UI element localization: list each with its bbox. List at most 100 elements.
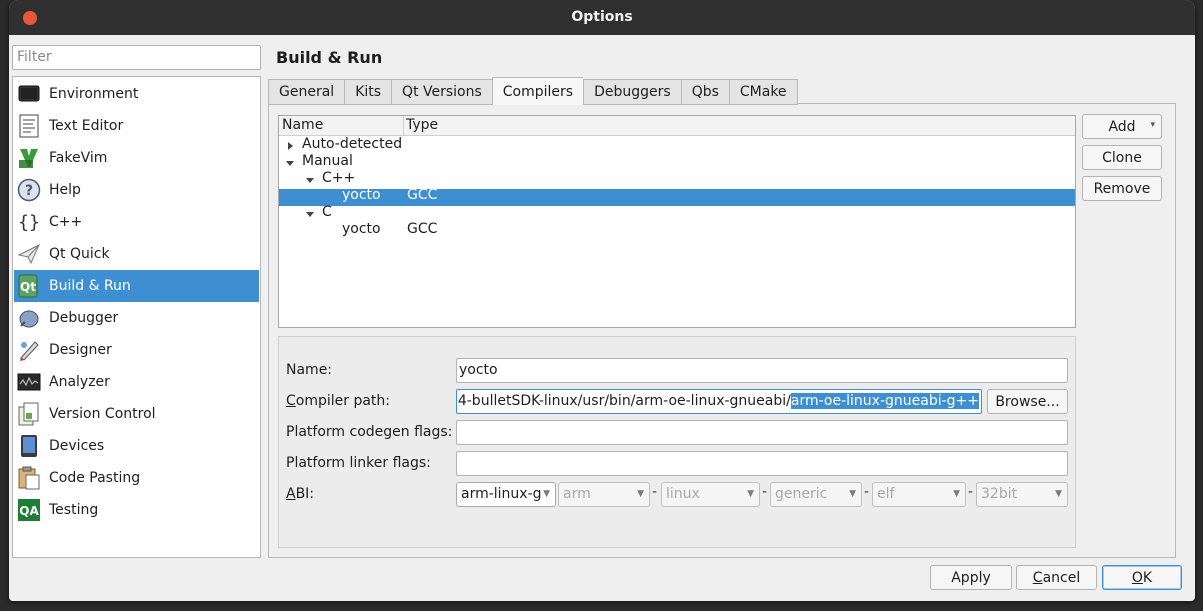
tab-qbs[interactable]: Qbs <box>680 79 729 105</box>
abi-main-combo[interactable]: arm-linux-g ▼ <box>456 482 556 507</box>
tree-row-c[interactable]: C <box>279 204 1075 223</box>
sidebar-item-label: C++ <box>49 214 83 230</box>
sidebar-item-version-control[interactable]: Version Control <box>14 398 259 430</box>
sidebar-item-help[interactable]: ? Help <box>14 174 259 206</box>
abi-os-combo[interactable]: linux ▼ <box>661 482 760 507</box>
tree-row-auto-detected[interactable]: Auto-detected <box>279 136 1075 155</box>
tree-row-c-yocto[interactable]: yocto GCC <box>279 221 1075 240</box>
cancel-button[interactable]: Cancel <box>1016 565 1097 590</box>
browse-button[interactable]: Browse... <box>987 389 1068 414</box>
apply-button[interactable]: Apply <box>930 565 1012 590</box>
collapse-arrow-icon[interactable] <box>286 161 294 166</box>
tree-row-type: GCC <box>407 221 438 237</box>
label-text: BI: <box>295 486 315 502</box>
page-title: Build & Run <box>276 48 383 67</box>
qa-icon: QA <box>17 498 41 522</box>
sidebar-item-designer[interactable]: Designer <box>14 334 259 366</box>
abi-width-combo[interactable]: 32bit ▼ <box>976 482 1068 507</box>
expand-arrow-icon[interactable] <box>288 142 293 150</box>
collapse-arrow-icon[interactable] <box>306 178 314 183</box>
sidebar-item-build-and-run[interactable]: Qt Build & Run <box>14 270 259 302</box>
ok-button[interactable]: OK <box>1102 565 1182 590</box>
combo-value: arm-linux-g <box>461 486 542 502</box>
clone-button[interactable]: Clone <box>1082 145 1162 170</box>
help-icon: ? <box>17 178 41 202</box>
filter-field[interactable] <box>12 45 261 70</box>
tree-row-cpp-yocto[interactable]: yocto GCC <box>279 187 1075 206</box>
dropdown-arrow-icon: ▼ <box>849 489 856 499</box>
button-label: K <box>1142 569 1153 586</box>
collapse-arrow-icon[interactable] <box>306 212 314 217</box>
platform-linker-flags-label: Platform linker flags: <box>286 455 431 471</box>
svg-text:{}: {} <box>18 212 40 233</box>
abi-format-combo[interactable]: elf ▼ <box>872 482 966 507</box>
tree-row-cpp[interactable]: C++ <box>279 170 1075 189</box>
sidebar-item-debugger[interactable]: Debugger <box>14 302 259 334</box>
qt-build-icon: Qt <box>17 274 41 298</box>
sidebar-item-label: FakeVim <box>49 150 108 166</box>
sidebar-item-code-pasting[interactable]: Code Pasting <box>14 462 259 494</box>
sidebar-item-label: Devices <box>49 438 105 454</box>
version-control-icon <box>17 402 41 426</box>
name-field[interactable]: yocto <box>456 358 1068 383</box>
monitor-icon <box>17 82 41 106</box>
compiler-path-field[interactable]: _64-bulletSDK-linux/usr/bin/arm-oe-linux… <box>456 389 982 414</box>
sidebar-item-label: Environment <box>49 86 139 102</box>
label-text: ompiler path: <box>295 393 391 409</box>
sidebar-item-text-editor[interactable]: Text Editor <box>14 110 259 142</box>
sidebar-item-label: Testing <box>49 502 99 518</box>
column-separator[interactable] <box>403 116 404 136</box>
tab-qt-versions[interactable]: Qt Versions <box>391 79 492 105</box>
designer-pen-icon <box>17 338 41 362</box>
compiler-path-text: _64-bulletSDK-linux/usr/bin/arm-oe-linux… <box>456 393 791 409</box>
text-document-icon <box>17 114 41 138</box>
tree-row-manual[interactable]: Manual <box>279 153 1075 172</box>
sidebar-item-fakevim[interactable]: FakeVim <box>14 142 259 174</box>
tree-header: Name Type <box>279 116 1075 136</box>
tab-compilers[interactable]: Compilers <box>491 77 584 105</box>
add-button[interactable]: Add ▾ <box>1082 114 1162 139</box>
abi-flavor-combo[interactable]: generic ▼ <box>770 482 862 507</box>
dropdown-arrow-icon: ▼ <box>953 489 960 499</box>
sidebar-item-label: Designer <box>49 342 112 358</box>
compiler-tree[interactable]: Name Type Auto-detected Manual C++ yocto… <box>278 115 1076 328</box>
paper-plane-icon <box>17 242 41 266</box>
abi-separator: - <box>968 484 974 500</box>
braces-icon: {} <box>17 210 41 234</box>
remove-button[interactable]: Remove <box>1082 176 1162 201</box>
fakevim-icon <box>17 146 41 170</box>
sidebar-item-testing[interactable]: QA Testing <box>14 494 259 526</box>
combo-value: linux <box>666 486 700 502</box>
abi-architecture-combo[interactable]: arm ▼ <box>558 482 650 507</box>
sidebar-item-label: Text Editor <box>49 118 124 134</box>
abi-separator: - <box>864 484 870 500</box>
dropdown-arrow-icon: ▾ <box>1150 120 1155 130</box>
tab-kits[interactable]: Kits <box>344 79 392 105</box>
column-header-type[interactable]: Type <box>406 117 438 133</box>
platform-linker-flags-field[interactable] <box>456 451 1068 476</box>
add-button-label: Add <box>1108 118 1136 135</box>
window-title: Options <box>571 9 633 25</box>
sidebar-item-devices[interactable]: Devices <box>14 430 259 462</box>
sidebar-item-label: Debugger <box>49 310 119 326</box>
column-header-name[interactable]: Name <box>282 117 323 133</box>
tab-cmake[interactable]: CMake <box>728 79 798 105</box>
sidebar-item-environment[interactable]: Environment <box>14 78 259 110</box>
sidebar-item-cpp[interactable]: {} C++ <box>14 206 259 238</box>
sidebar-item-qt-quick[interactable]: Qt Quick <box>14 238 259 270</box>
sidebar-item-label: Build & Run <box>49 278 131 294</box>
combo-value: elf <box>877 486 895 502</box>
mnemonic-letter: O <box>1131 569 1143 586</box>
tree-row-name: yocto <box>342 221 381 237</box>
platform-codegen-flags-field[interactable] <box>456 420 1068 445</box>
sidebar-item-label: Version Control <box>49 406 156 422</box>
mnemonic-letter: C <box>1032 569 1043 586</box>
abi-label: ABI: <box>286 486 314 502</box>
sidebar-item-analyzer[interactable]: Analyzer <box>14 366 259 398</box>
sidebar-item-label: Qt Quick <box>49 246 110 262</box>
tab-general[interactable]: General <box>268 79 345 105</box>
filter-input[interactable] <box>17 49 256 65</box>
tree-row-type: GCC <box>407 187 438 203</box>
tab-debuggers[interactable]: Debuggers <box>583 79 681 105</box>
compiler-path-label: Compiler path: <box>286 393 390 409</box>
